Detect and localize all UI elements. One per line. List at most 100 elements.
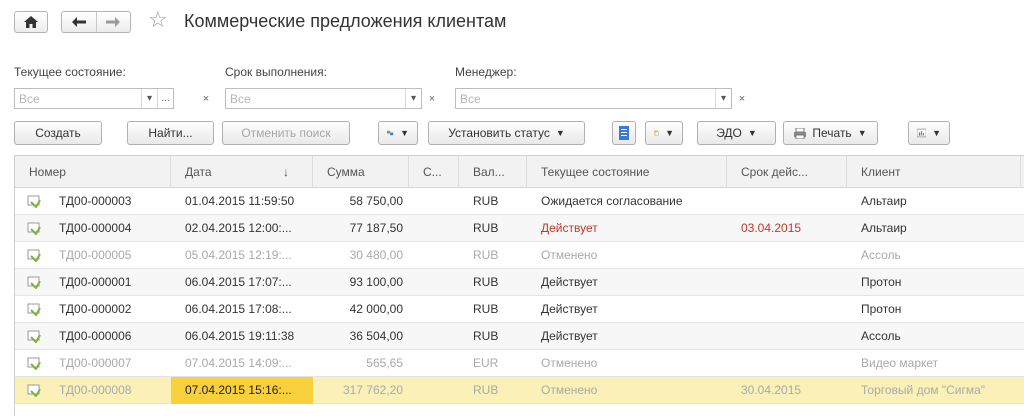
set-status-button[interactable]: Установить статус ▼ [428,121,585,145]
cell-date: 07.04.2015 15:16:... [171,377,313,404]
table-row[interactable]: ТД00-000004 02.04.2015 12:00:... 77 187,50… [15,215,1024,242]
manager-filter-label: Менеджер: [455,65,517,79]
column-header-currency[interactable]: Вал... [459,156,527,188]
state-filter-field[interactable]: Все ▾ ... [14,88,174,109]
printer-icon [794,127,807,139]
cell-number: ТД00-000003 [59,194,132,208]
table-row[interactable]: ТД00-000006 06.04.2015 19:11:38 36 504,00 R… [15,323,1024,350]
column-header-client[interactable]: Клиент [847,156,1021,188]
cell-s [409,242,459,269]
cell-state: Действует [541,302,598,316]
cell-term [727,296,847,323]
cell-state: Действует [541,329,598,343]
cell-client: Торговый дом "Сигма" [861,383,986,397]
cell-client: Ассоль [861,329,901,343]
caret-down-icon: ▼ [857,128,867,138]
caret-down-icon: ▼ [665,128,674,138]
cell-currency: RUB [473,221,499,235]
cell-number: ТД00-000007 [59,356,132,370]
dropdown-icon[interactable]: ▾ [141,89,157,108]
create-based-on-button[interactable]: ▼ [645,121,683,145]
table-row[interactable]: ТД00-000007 07.04.2015 14:09:... 565,65 EUR… [15,350,1024,377]
arrow-right-icon [106,17,121,27]
edo-label: ЭДО [716,126,742,140]
term-filter-field[interactable]: Все ▾ [225,88,422,109]
cancel-search-button[interactable]: Отменить поиск [222,121,350,145]
copy-settings-button[interactable]: ▼ [378,121,418,145]
cell-client: Протон [861,275,902,289]
back-forward-group [61,11,131,33]
caret-down-icon: ▼ [747,128,757,138]
column-header-date[interactable]: Дата ↓ [171,156,313,188]
table-header: Номер Дата ↓ Сумма С... Вал... Текущее с… [15,156,1024,188]
home-button[interactable] [14,11,48,33]
cell-sum: 565,65 [366,356,403,370]
manager-filter-clear-icon[interactable]: × [734,88,750,109]
column-header-term[interactable]: Срок дейс... [727,156,847,188]
cell-s [409,323,459,350]
cell-sum: 93 100,00 [349,275,403,289]
forward-button[interactable] [97,12,131,32]
cell-date: 02.04.2015 12:00:... [185,221,292,235]
star-icon[interactable]: ☆ [148,9,168,31]
table-body: ТД00-000003 01.04.2015 11:59:50 58 750,00 R… [15,188,1024,404]
cell-date: 05.04.2015 12:19:... [185,248,292,262]
cell-currency: RUB [473,275,499,289]
term-filter-clear-icon[interactable]: × [424,88,440,109]
report-button[interactable]: ▼ [908,121,950,145]
cell-s [409,269,459,296]
dropdown-icon[interactable]: ▾ [405,89,421,108]
cell-state: Ожидается согласование [541,194,683,208]
manager-filter-value: Все [460,92,481,106]
cell-state: Действует [541,275,598,289]
cell-s [409,296,459,323]
cell-number: ТД00-000002 [59,302,132,316]
sort-desc-icon: ↓ [283,165,289,179]
cell-sum: 36 504,00 [349,329,403,343]
cell-sum: 58 750,00 [349,194,403,208]
create-button[interactable]: Создать [14,121,102,145]
cell-client: Видео маркет [861,356,939,370]
column-header-number[interactable]: Номер [15,156,171,188]
structure-icon [387,130,394,136]
table-row[interactable]: ТД00-000005 05.04.2015 12:19:... 30 480,00… [15,242,1024,269]
print-label: Печать [812,126,852,140]
state-filter-label: Текущее состояние: [14,65,126,79]
caret-down-icon: ▼ [932,128,941,138]
table-row[interactable]: ТД00-000001 06.04.2015 17:07:... 93 100,00… [15,269,1024,296]
column-header-sum[interactable]: Сумма [313,156,409,188]
list-button[interactable] [612,121,636,145]
edo-button[interactable]: ЭДО ▼ [697,121,776,145]
cell-currency: RUB [473,302,499,316]
term-filter-label: Срок выполнения: [225,65,327,79]
cell-term [727,350,847,377]
set-status-label: Установить статус [448,126,550,140]
column-header-state[interactable]: Текущее состояние [527,156,727,188]
document-add-icon [654,130,659,136]
print-button[interactable]: Печать ▼ [783,121,878,145]
cell-number: ТД00-000006 [59,329,132,343]
cell-date: 06.04.2015 17:07:... [185,275,292,289]
more-button[interactable]: ... [157,89,173,108]
cell-s [409,350,459,377]
state-filter-clear-icon[interactable]: × [198,88,214,109]
find-button[interactable]: Найти... [127,121,214,145]
cell-term: 30.04.2015 [741,383,802,397]
cell-number: ТД00-000004 [59,221,132,235]
column-header-s[interactable]: С... [409,156,459,188]
cell-sum: 77 187,50 [349,221,403,235]
cell-term [727,269,847,296]
cell-state: Отменено [541,383,598,397]
table-row[interactable]: ТД00-000002 06.04.2015 17:08:... 42 000,00… [15,296,1024,323]
cell-state: Действует [541,221,598,235]
cell-currency: RUB [473,383,499,397]
dropdown-icon[interactable]: ▾ [715,89,731,108]
caret-down-icon: ▼ [400,128,409,138]
term-filter-value: Все [230,92,251,106]
table-row[interactable]: ТД00-000003 01.04.2015 11:59:50 58 750,00 R… [15,188,1024,215]
table-row[interactable]: ТД00-000008 07.04.2015 15:16:... 317 762,2… [15,377,1024,404]
cell-date: 01.04.2015 11:59:50 [185,194,295,208]
manager-filter-field[interactable]: Все ▾ [455,88,732,109]
back-button[interactable] [62,12,97,32]
cell-currency: EUR [473,356,499,370]
